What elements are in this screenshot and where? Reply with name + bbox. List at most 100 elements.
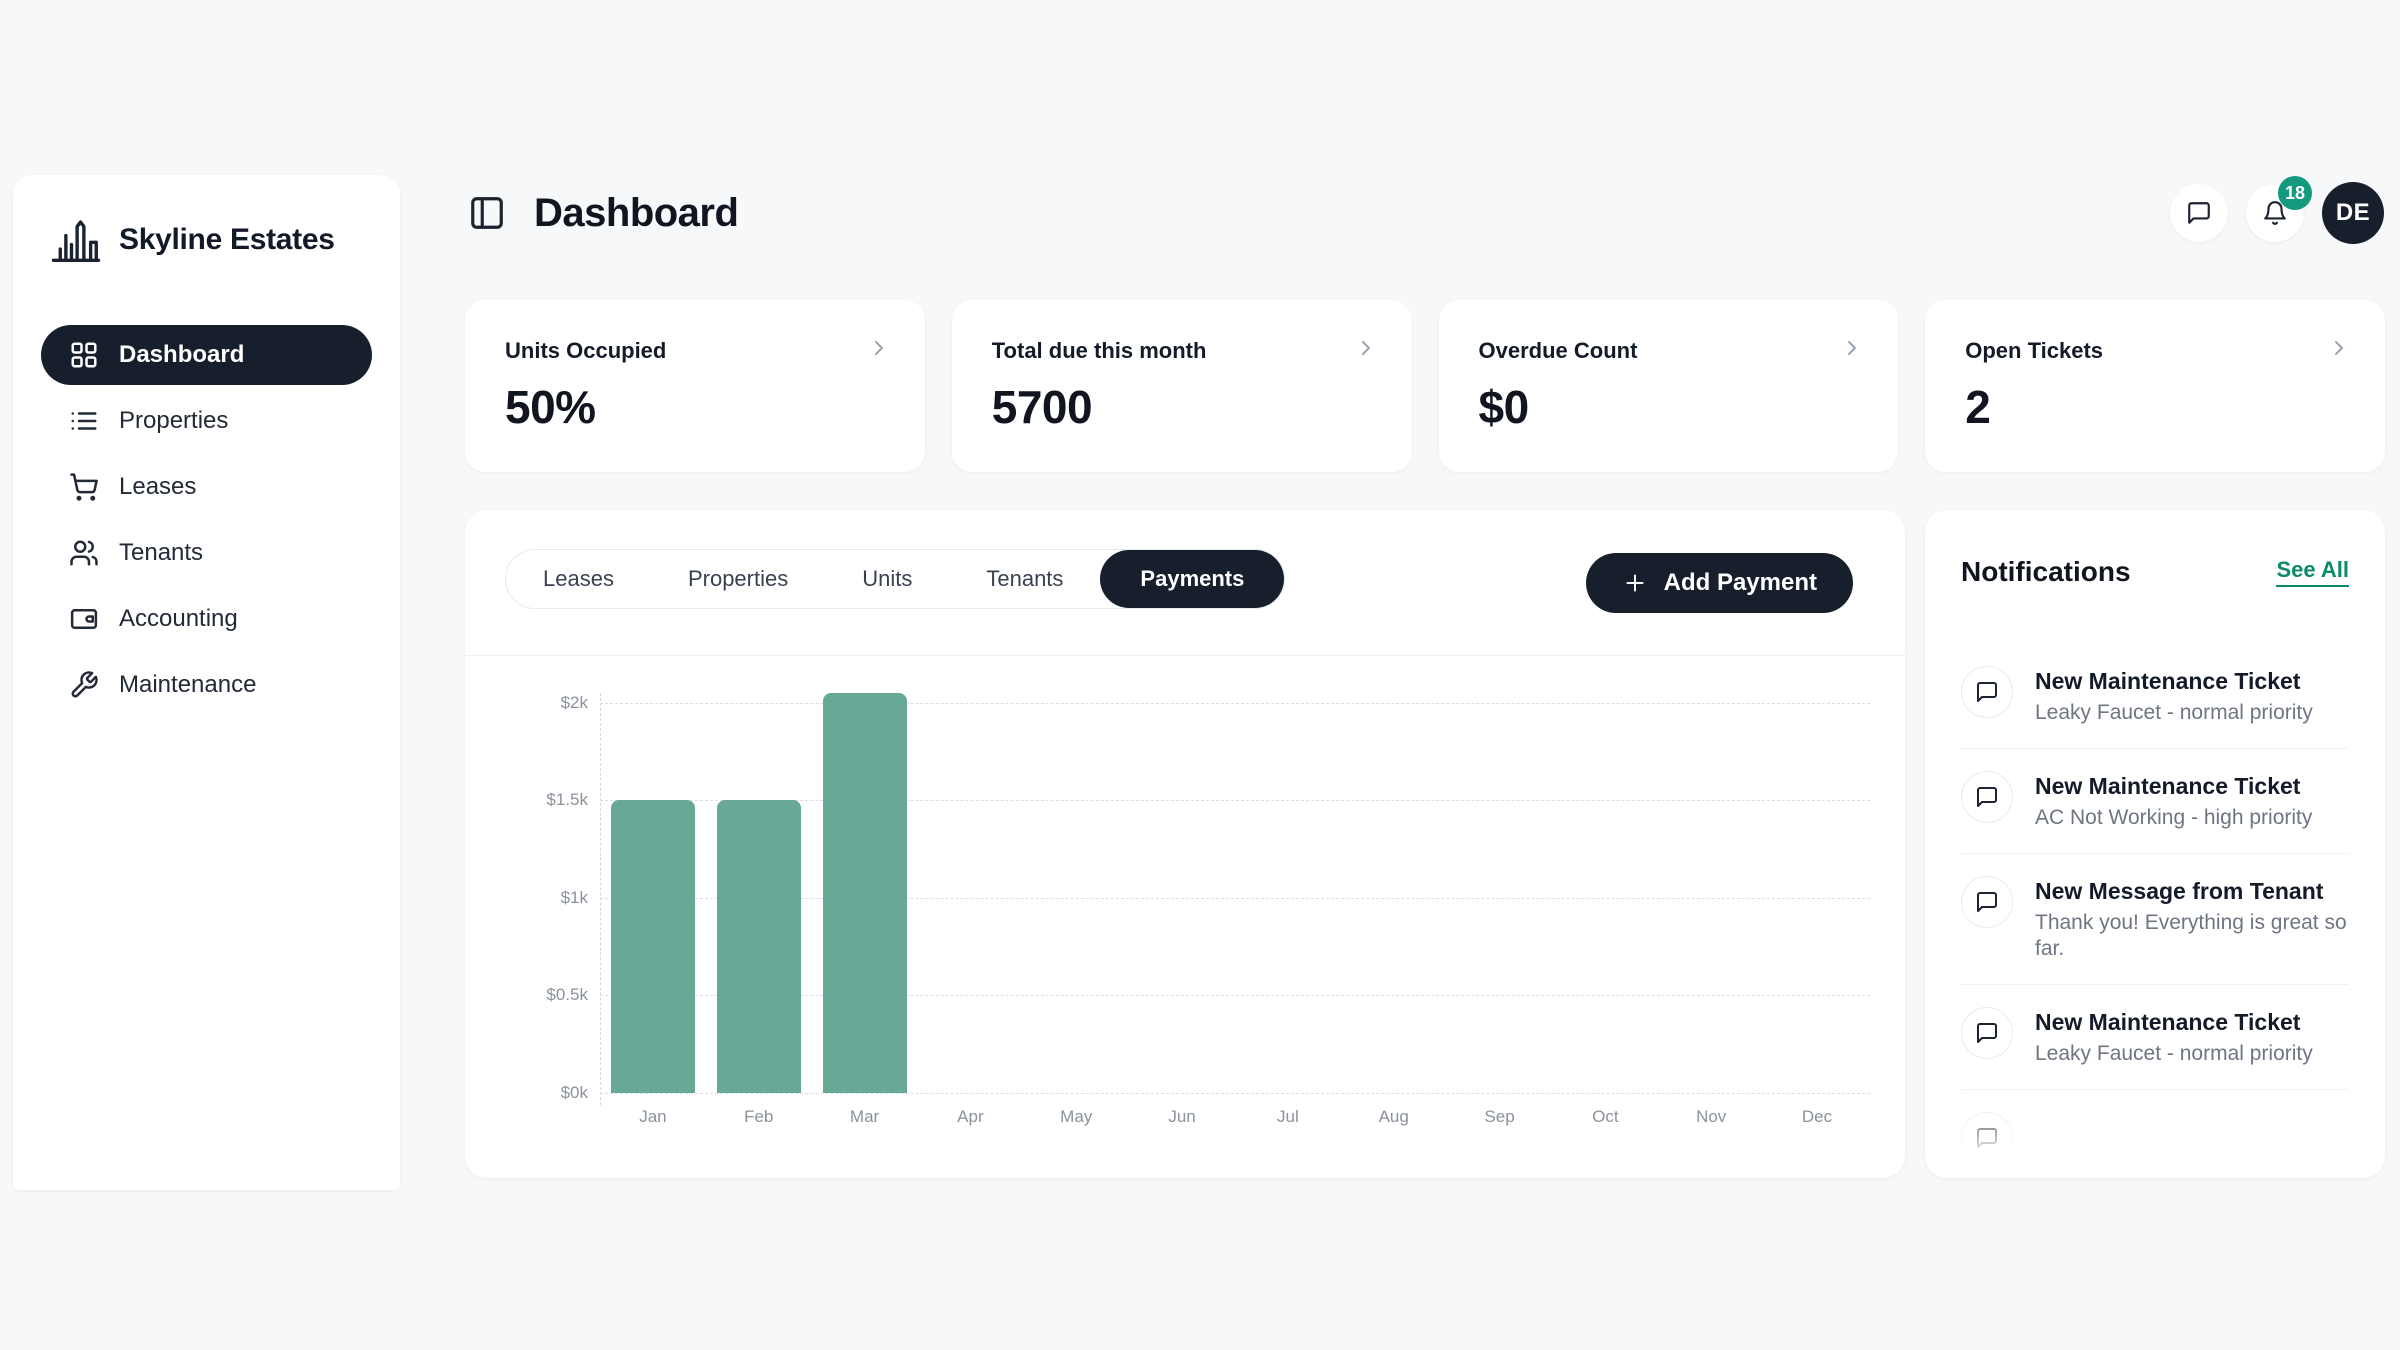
stat-card-total-due-this-month[interactable]: Total due this month 5700 [952, 300, 1412, 472]
notification-subtitle: Leaky Faucet - normal priority [2035, 1041, 2313, 1067]
stat-cards-row: Units Occupied 50% Total due this month 570… [465, 300, 2385, 472]
notification-subtitle: Leaky Faucet - normal priority [2035, 700, 2313, 726]
add-payment-label: Add Payment [1664, 569, 1817, 597]
panel-left-icon[interactable] [468, 194, 506, 232]
stat-card-value: 5700 [992, 380, 1372, 434]
chevron-right-icon [2327, 336, 2351, 360]
wrench-icon [69, 670, 99, 700]
gridline [600, 1093, 1870, 1094]
page-title: Dashboard [534, 191, 738, 236]
chart-slot-may [1023, 693, 1129, 1093]
x-axis-tick-label: Nov [1658, 1107, 1764, 1127]
x-axis-tick-label: Aug [1341, 1107, 1447, 1127]
tab-payments[interactable]: Payments [1100, 550, 1284, 608]
sidebar-item-label: Accounting [119, 605, 238, 633]
sidebar-item-tenants[interactable]: Tenants [41, 523, 372, 583]
main-panel: LeasesPropertiesUnitsTenantsPayments Add… [465, 510, 1905, 1178]
avatar[interactable]: DE [2322, 182, 2384, 244]
y-axis-tick-label: $2k [561, 693, 588, 713]
brand-name: Skyline Estates [119, 223, 335, 257]
stat-card-label: Units Occupied [505, 338, 885, 364]
stat-card-value: 2 [1965, 380, 2345, 434]
chevron-right-icon [867, 336, 891, 360]
header-actions: 18 DE [2170, 182, 2384, 244]
stat-card-open-tickets[interactable]: Open Tickets 2 [1925, 300, 2385, 472]
notification-subtitle: Thank you! Everything is great so far. [2035, 910, 2349, 962]
tab-tenants[interactable]: Tenants [949, 550, 1100, 608]
notification-item[interactable]: New Maintenance Ticket AC Not Working - h… [1961, 749, 2349, 854]
notification-item-partial [1961, 1090, 2349, 1178]
x-axis-tick-label: Oct [1552, 1107, 1658, 1127]
notification-item[interactable]: New Maintenance Ticket Leaky Faucet - nor… [1961, 985, 2349, 1090]
chart-slot-jul [1235, 693, 1341, 1093]
sidebar-item-label: Leases [119, 473, 196, 501]
sidebar-item-leases[interactable]: Leases [41, 457, 372, 517]
notifications-panel: Notifications See All New Maintenance Ti… [1925, 510, 2385, 1178]
plus-icon [1622, 570, 1648, 596]
x-axis-tick-label: May [1023, 1107, 1129, 1127]
chart-slot-jan [600, 693, 706, 1093]
notification-title: New Maintenance Ticket [2035, 666, 2313, 696]
payments-bar-chart: $0k$0.5k$1k$1.5k$2k JanFebMarAprMayJunJu… [505, 693, 1870, 1153]
chart-slot-sep [1447, 693, 1553, 1093]
tab-properties[interactable]: Properties [651, 550, 825, 608]
y-axis-tick-label: $1.5k [546, 790, 588, 810]
add-payment-button[interactable]: Add Payment [1586, 553, 1853, 613]
chart-slot-nov [1658, 693, 1764, 1093]
chart-y-axis: $0k$0.5k$1k$1.5k$2k [505, 693, 600, 1153]
chat-bubble-icon [1961, 666, 2013, 718]
notification-title: New Maintenance Ticket [2035, 1007, 2313, 1037]
notification-text: New Maintenance Ticket Leaky Faucet - nor… [2035, 666, 2313, 726]
stat-card-label: Total due this month [992, 338, 1372, 364]
sidebar-nav: Dashboard Properties Leases Tenants Accounti… [41, 325, 372, 715]
x-axis-tick-label: Apr [917, 1107, 1023, 1127]
sidebar-item-label: Dashboard [119, 341, 244, 369]
tab-units[interactable]: Units [825, 550, 949, 608]
brand: Skyline Estates [41, 213, 372, 267]
chat-bubble-icon [1961, 1007, 2013, 1059]
notifications-button[interactable]: 18 [2246, 184, 2304, 242]
sidebar-item-dashboard[interactable]: Dashboard [41, 325, 372, 385]
sidebar-item-label: Properties [119, 407, 228, 435]
y-axis-tick-label: $0k [561, 1083, 588, 1103]
stat-card-label: Open Tickets [1965, 338, 2345, 364]
list-icon [69, 406, 99, 436]
stat-card-units-occupied[interactable]: Units Occupied 50% [465, 300, 925, 472]
chart-plot: JanFebMarAprMayJunJulAugSepOctNovDec [600, 693, 1870, 1093]
notifications-list: New Maintenance Ticket Leaky Faucet - nor… [1961, 644, 2349, 1178]
sidebar-item-maintenance[interactable]: Maintenance [41, 655, 372, 715]
notification-item[interactable]: New Maintenance Ticket Leaky Faucet - nor… [1961, 644, 2349, 749]
notification-item[interactable]: New Message from Tenant Thank you! Everyt… [1961, 854, 2349, 985]
x-axis-tick-label: Jun [1129, 1107, 1235, 1127]
notification-title: New Maintenance Ticket [2035, 771, 2312, 801]
stat-card-label: Overdue Count [1479, 338, 1859, 364]
shopping-cart-icon [69, 472, 99, 502]
notification-title: New Message from Tenant [2035, 876, 2349, 906]
wallet-icon [69, 604, 99, 634]
users-icon [69, 538, 99, 568]
layout-grid-icon [69, 340, 99, 370]
stat-card-overdue-count[interactable]: Overdue Count$0 [1439, 300, 1899, 472]
x-axis-tick-label: Jul [1235, 1107, 1341, 1127]
stat-card-value: 50% [505, 380, 885, 434]
see-all-link[interactable]: See All [2276, 557, 2349, 587]
tab-bar: LeasesPropertiesUnitsTenantsPayments [505, 549, 1285, 609]
sidebar-item-accounting[interactable]: Accounting [41, 589, 372, 649]
tab-leases[interactable]: Leases [506, 550, 651, 608]
bar-jan [611, 800, 695, 1093]
chart-bars [600, 693, 1870, 1093]
messages-button[interactable] [2170, 184, 2228, 242]
x-axis-tick-label: Sep [1447, 1107, 1553, 1127]
chat-bubble-icon [1961, 1112, 2013, 1164]
chevron-right-icon [1840, 336, 1864, 360]
sidebar-item-properties[interactable]: Properties [41, 391, 372, 451]
notification-subtitle: AC Not Working - high priority [2035, 805, 2312, 831]
notification-text: New Maintenance Ticket AC Not Working - h… [2035, 771, 2312, 831]
chat-bubble-icon [2186, 200, 2212, 226]
x-axis-tick-label: Dec [1764, 1107, 1870, 1127]
y-axis-tick-label: $0.5k [546, 985, 588, 1005]
divider [465, 655, 1905, 656]
x-axis-tick-label: Feb [706, 1107, 812, 1127]
header: Dashboard 18 DE [468, 182, 2384, 244]
notification-text: New Message from Tenant Thank you! Everyt… [2035, 876, 2349, 962]
